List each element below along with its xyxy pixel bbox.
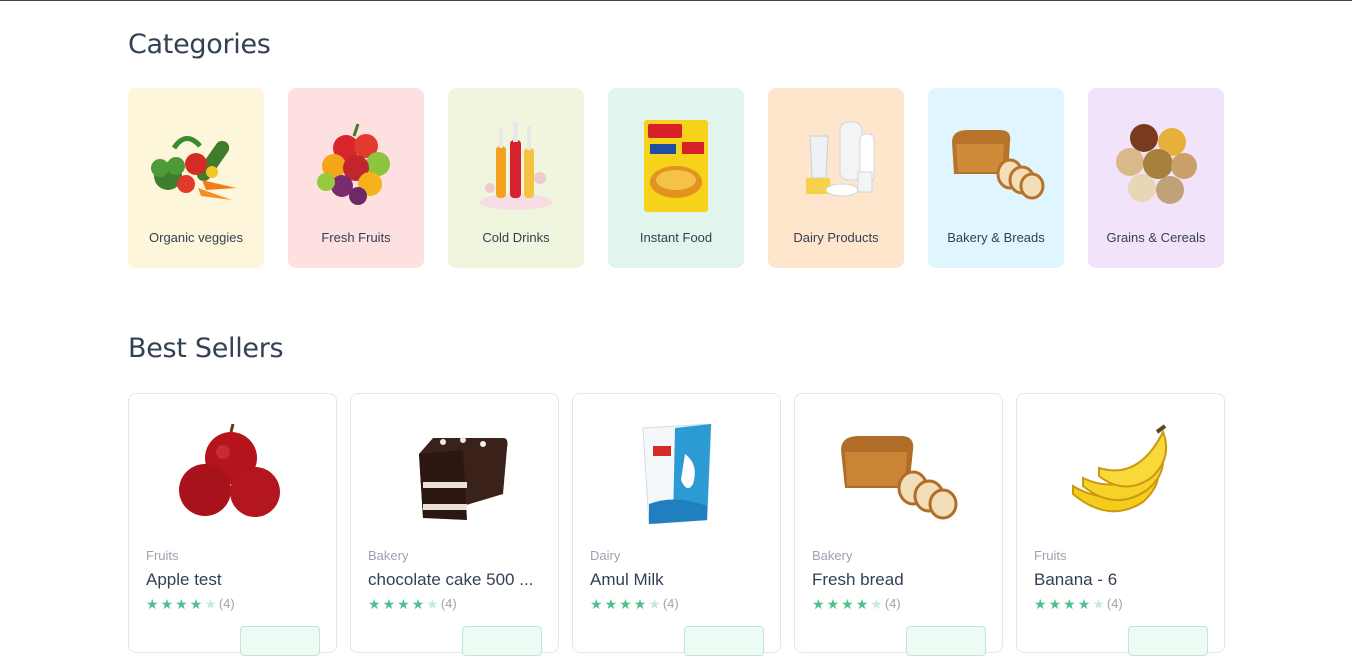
add-to-cart-button[interactable] <box>1128 626 1208 656</box>
category-card-organic-veggies[interactable]: Organic veggies <box>128 88 264 268</box>
star-icon: ★ <box>604 595 618 612</box>
product-card-apple-test[interactable]: Fruits Apple test ★ ★ ★ ★ ★ (4) <box>128 393 337 656</box>
best-sellers-title: Best Sellers <box>128 333 284 364</box>
star-icon: ★ <box>411 595 425 612</box>
product-card-chocolate-cake[interactable]: Bakery chocolate cake 500 ... ★ ★ ★ ★ ★ (4) <box>350 393 559 656</box>
category-card-grains-cereals[interactable]: Grains & Cereals <box>1088 88 1224 268</box>
product-name[interactable]: chocolate cake 500 ... <box>368 570 548 590</box>
star-icon: ★ <box>1063 595 1076 612</box>
grains-icon <box>1116 124 1197 204</box>
bread-icon <box>952 130 1045 200</box>
category-card-bakery-breads[interactable]: Bakery & Breads <box>928 88 1064 268</box>
star-icon: ★ <box>1092 595 1105 612</box>
product-category: Fruits <box>146 548 179 563</box>
star-icon: ★ <box>841 595 854 612</box>
add-to-cart-button[interactable] <box>462 626 542 656</box>
category-label: Fresh Fruits <box>321 230 391 245</box>
star-icon: ★ <box>633 595 647 612</box>
category-label: Instant Food <box>639 230 713 245</box>
category-label: Organic veggies <box>149 230 243 245</box>
product-card-banana-6[interactable]: Fruits Banana - 6 ★ ★ ★ ★ ★ (4) <box>1016 393 1225 656</box>
star-icon: ★ <box>397 595 410 612</box>
star-icon: ★ <box>619 595 632 612</box>
banana-icon <box>1072 424 1167 513</box>
milk-pouch-icon <box>642 424 712 524</box>
vegetables-icon <box>151 136 236 200</box>
product-category: Dairy <box>590 548 621 563</box>
category-card-instant-food[interactable]: Instant Food <box>608 88 744 268</box>
best-sellers-list: Fruits Apple test ★ ★ ★ ★ ★ (4) Bakery choco… <box>128 393 1225 656</box>
star-icon: ★ <box>648 595 661 612</box>
rating-count: (4) <box>440 596 457 611</box>
star-icon: ★ <box>426 595 439 612</box>
star-icon: ★ <box>590 595 603 612</box>
rating-count: (4) <box>884 596 901 611</box>
rating-count: (4) <box>662 596 679 611</box>
product-rating: ★ ★ ★ ★ ★ (4) <box>1034 596 1123 611</box>
category-label: Bakery & Breads <box>947 230 1045 245</box>
product-rating: ★ ★ ★ ★ ★ (4) <box>590 596 679 611</box>
star-icon: ★ <box>146 595 159 612</box>
add-to-cart-button[interactable] <box>906 626 986 656</box>
rating-count: (4) <box>218 596 235 611</box>
star-icon: ★ <box>368 595 381 612</box>
product-rating: ★ ★ ★ ★ ★ (4) <box>368 596 457 611</box>
category-label: Grains & Cereals <box>1106 230 1206 245</box>
product-category: Fruits <box>1034 548 1067 563</box>
product-category: Bakery <box>368 548 409 563</box>
category-label: Cold Drinks <box>482 230 550 245</box>
star-icon: ★ <box>812 595 825 612</box>
category-card-cold-drinks[interactable]: Cold Drinks <box>448 88 584 268</box>
dairy-icon <box>806 121 875 197</box>
star-icon: ★ <box>382 595 396 612</box>
product-rating: ★ ★ ★ ★ ★ (4) <box>146 596 235 611</box>
star-icon: ★ <box>189 595 203 612</box>
category-label: Dairy Products <box>793 230 879 245</box>
add-to-cart-button[interactable] <box>684 626 764 656</box>
fruits-icon <box>317 123 390 205</box>
product-card-amul-milk[interactable]: Dairy Amul Milk ★ ★ ★ ★ ★ (4) <box>572 393 781 656</box>
rating-count: (4) <box>1106 596 1123 611</box>
star-icon: ★ <box>826 595 840 612</box>
star-icon: ★ <box>1048 595 1062 612</box>
product-card-fresh-bread[interactable]: Bakery Fresh bread ★ ★ ★ ★ ★ (4) <box>794 393 1003 656</box>
category-card-dairy-products[interactable]: Dairy Products <box>768 88 904 268</box>
star-icon: ★ <box>870 595 883 612</box>
product-name[interactable]: Fresh bread <box>812 570 992 590</box>
star-icon: ★ <box>204 595 217 612</box>
star-icon: ★ <box>1034 595 1047 612</box>
product-rating: ★ ★ ★ ★ ★ (4) <box>812 596 901 611</box>
add-to-cart-button[interactable] <box>240 626 320 656</box>
category-card-fresh-fruits[interactable]: Fresh Fruits <box>288 88 424 268</box>
star-icon: ★ <box>1077 595 1091 612</box>
product-name[interactable]: Banana - 6 <box>1034 570 1214 590</box>
product-category: Bakery <box>812 548 853 563</box>
product-name[interactable]: Apple test <box>146 570 326 590</box>
categories-title: Categories <box>128 29 271 60</box>
star-icon: ★ <box>855 595 869 612</box>
bread-icon <box>841 436 958 520</box>
product-name[interactable]: Amul Milk <box>590 570 770 590</box>
drinks-icon <box>480 122 552 210</box>
categories-list: Organic veggies Fresh Fruits Cold Drinks… <box>128 88 1224 268</box>
instant-noodles-icon <box>644 120 708 212</box>
star-icon: ★ <box>175 595 188 612</box>
star-icon: ★ <box>160 595 174 612</box>
cake-icon <box>419 437 508 520</box>
apple-icon <box>179 424 280 517</box>
